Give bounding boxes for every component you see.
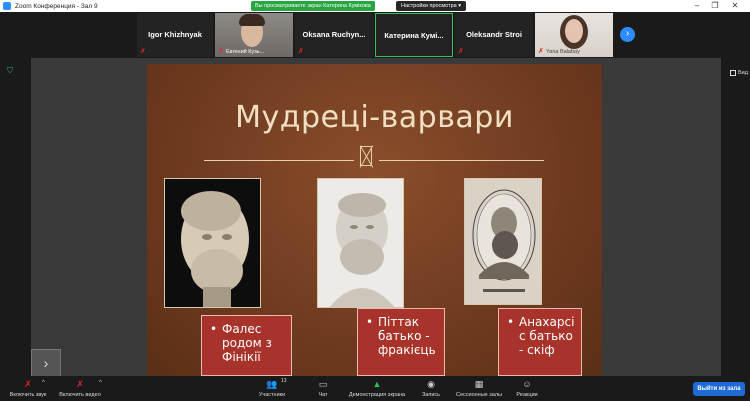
zoom-window: Zoom Конференция - Зал 9 Вы просматривае… (0, 0, 750, 401)
participant-name: Igor Khizhnyak (148, 30, 202, 39)
meeting-toolbar: ✗ Включить звук ^ ✗ Включить видео ^ 👥 У… (0, 376, 750, 401)
mic-muted-icon: ✗ (140, 48, 146, 55)
bust-image (165, 179, 260, 307)
reactions-button[interactable]: ☺ Реакции (514, 379, 540, 398)
reactions-icon: ☺ (522, 379, 532, 389)
participant-tile[interactable]: ✗ Евгений Кузь... (215, 13, 293, 57)
title-bar: Zoom Конференция - Зал 9 Вы просматривае… (0, 0, 750, 12)
maximize-button[interactable]: ❐ (708, 1, 722, 11)
chat-icon: ▭ (318, 379, 328, 389)
record-icon: ◉ (427, 379, 435, 389)
participant-tile[interactable]: Oleksandr Stroi ✗ (455, 13, 533, 57)
bust-image (318, 179, 403, 307)
record-label: Запись (421, 392, 441, 398)
share-screen-button[interactable]: ▲ Демонстрация экрана (345, 379, 409, 398)
unmute-label: Включить звук (9, 392, 47, 398)
mic-muted-icon: ✗ (538, 48, 544, 55)
engraving-image (465, 179, 541, 304)
participant-name: Катерина Кумі... (384, 31, 444, 40)
divider-right (379, 160, 544, 161)
participant-tile[interactable]: Oksana Ruchyn... ✗ (295, 13, 373, 57)
mic-muted-icon: ✗ (298, 48, 304, 55)
slide-title: Мудреці-варвари (235, 100, 514, 135)
slide-nav-chevron-icon[interactable]: › (31, 349, 61, 377)
participant-video (565, 19, 583, 43)
breakout-rooms-button[interactable]: ▦ Сессионные залы (454, 379, 504, 398)
participant-tile[interactable]: Igor Khizhnyak ✗ (137, 13, 213, 57)
view-button[interactable]: Вид (730, 70, 748, 76)
mic-muted-icon: ✗ (218, 48, 224, 55)
chat-label: Чат (318, 392, 328, 398)
participants-count: 13 (281, 378, 287, 384)
start-video-label: Включить видео (59, 392, 101, 398)
grid-icon (730, 70, 736, 76)
view-options-button[interactable]: Настройки просмотра ▾ (396, 1, 466, 11)
share-screen-label: Демонстрация экрана (348, 392, 406, 398)
participant-name: Oleksandr Stroi (466, 30, 522, 39)
caption-anacharsis: Анахарсі с батько - скіф (498, 308, 582, 376)
reactions-label: Реакции (516, 392, 538, 398)
participant-name: Oksana Ruchyn... (302, 30, 366, 39)
engraving-anacharsis (464, 178, 542, 305)
breakout-rooms-label: Сессионные залы (455, 392, 503, 398)
participant-strip: Igor Khizhnyak ✗ ✗ Евгений Кузь... Oksan… (0, 12, 750, 58)
caption-pittacus: Піттак батько - фракієць (357, 308, 445, 376)
mic-muted-icon: ✗ (458, 48, 464, 55)
audio-options-caret-icon[interactable]: ^ (42, 380, 45, 386)
presentation-slide: Мудреці-варвари • Фалес родом з Фінікії … (147, 64, 602, 376)
leave-room-button[interactable]: Выйти из зала (693, 382, 745, 396)
bust-photo-thales (164, 178, 261, 308)
share-screen-icon: ▲ (372, 379, 382, 389)
caption-thales: Фалес родом з Фінікії (201, 315, 292, 376)
start-video-button[interactable]: ✗ Включить видео (55, 379, 105, 398)
screen-share-banner: Вы просматриваете экран Катерина Куміков… (251, 1, 375, 11)
breakout-rooms-icon: ▦ (474, 379, 484, 389)
ornament-icon (360, 146, 372, 166)
participant-label: Евгений Кузь... (226, 49, 265, 55)
video-off-icon: ✗ (76, 379, 84, 389)
record-button[interactable]: ◉ Запись (419, 379, 443, 398)
security-shield-icon[interactable]: ⛉ (7, 66, 13, 76)
participant-tile-active[interactable]: Катерина Кумі... (375, 13, 453, 57)
participants-label: Участники (258, 392, 286, 398)
close-button[interactable]: ✕ (728, 1, 742, 11)
chat-button[interactable]: ▭ Чат (313, 379, 333, 398)
video-options-caret-icon[interactable]: ^ (99, 380, 102, 386)
divider-left (204, 160, 354, 161)
participant-hair (239, 14, 265, 26)
minimize-button[interactable]: – (690, 1, 704, 11)
next-page-icon[interactable]: › (620, 27, 635, 42)
window-title: Zoom Конференция - Зал 9 (15, 2, 98, 10)
view-label: Вид (738, 70, 748, 76)
participant-label: Yana Balabay (546, 49, 580, 55)
zoom-logo-icon (3, 2, 11, 10)
participant-tile[interactable]: ✗ Yana Balabay (535, 13, 613, 57)
bust-photo-pittacus (317, 178, 404, 308)
